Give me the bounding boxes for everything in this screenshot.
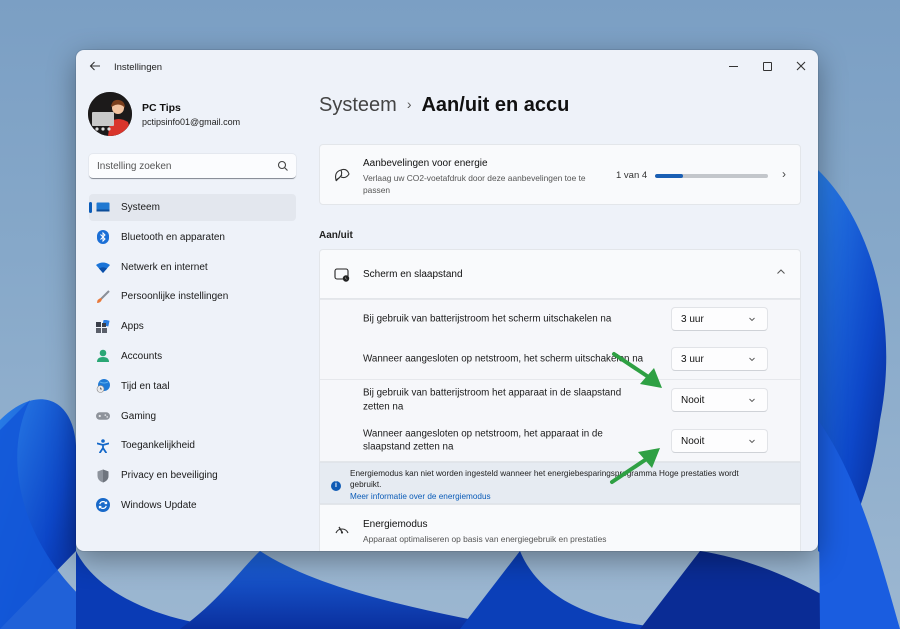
setting-row: Wanneer aangesloten op netstroom, het ap… xyxy=(320,420,800,461)
chevron-down-icon xyxy=(749,398,755,403)
screen-sleep-title: Scherm en slaapstand xyxy=(363,269,463,280)
system-icon xyxy=(96,201,110,215)
setting-label: Bij gebruik van batterijstroom het appar… xyxy=(363,387,622,413)
screen-off-battery-dropdown[interactable]: 3 uur xyxy=(671,307,768,331)
search-input[interactable] xyxy=(89,154,269,178)
sidebar-item-label: Persoonlijke instellingen xyxy=(121,291,229,303)
chevron-down-icon xyxy=(749,357,755,361)
sidebar-item-accounts[interactable]: Accounts xyxy=(89,343,296,370)
sidebar-item-label: Privacy en beveiliging xyxy=(121,470,218,482)
sidebar-item-label: Apps xyxy=(121,321,144,333)
minimize-button[interactable] xyxy=(716,54,750,78)
energy-mode-info-link[interactable]: Meer informatie over de energiemodus xyxy=(350,492,491,501)
recommendations-title: Aanbevelingen voor energie xyxy=(363,158,488,169)
recommendations-description: Verlaag uw CO2-voetafdruk door deze aanb… xyxy=(363,173,586,195)
main-content: Systeem › Aan/uit en accu Aanbevelingen vo… xyxy=(319,84,818,551)
info-icon: i xyxy=(331,481,341,491)
wifi-icon xyxy=(96,260,110,274)
energy-mode-info-bar: i Energiemodus kan niet worden ingesteld… xyxy=(319,462,801,504)
info-text: Energiemodus kan niet worden ingesteld w… xyxy=(350,469,739,489)
back-button[interactable] xyxy=(86,58,104,76)
avatar xyxy=(88,92,132,136)
leaf-icon xyxy=(335,168,350,182)
sleep-plugged-dropdown[interactable]: Nooit xyxy=(671,428,768,453)
maximize-button[interactable] xyxy=(750,54,784,78)
sidebar-item-label: Netwerk en internet xyxy=(121,261,208,273)
profile-email: pctipsinfo01@gmail.com xyxy=(142,117,241,127)
sidebar-item-label: Bluetooth en apparaten xyxy=(121,231,225,243)
sidebar-item-label: Gaming xyxy=(121,410,157,422)
sleep-battery-dropdown[interactable]: Nooit xyxy=(671,388,768,412)
section-title-power: Aan/uit xyxy=(319,230,353,241)
screen-sleep-settings: Bij gebruik van batterijstroom het scher… xyxy=(319,299,801,462)
page-title: Aan/uit en accu xyxy=(421,94,570,116)
sidebar-item-label: Tijd en taal xyxy=(121,380,170,392)
settings-search[interactable] xyxy=(89,154,296,179)
sidebar-item-bluetooth[interactable]: Bluetooth en apparaten xyxy=(89,224,296,251)
recommendations-count: 1 van 4 xyxy=(616,170,648,181)
sidebar-item-personalization[interactable]: Persoonlijke instellingen xyxy=(89,283,296,310)
sidebar-item-time-language[interactable]: Tijd en taal xyxy=(89,373,296,400)
chevron-down-icon xyxy=(749,439,755,443)
close-button[interactable] xyxy=(784,54,818,78)
search-icon[interactable] xyxy=(277,160,289,172)
energy-mode-card[interactable]: Energiemodus Apparaat optimaliseren op b… xyxy=(319,504,801,551)
setting-row: Wanneer aangesloten op netstroom, het sc… xyxy=(320,338,800,379)
dropdown-value: Nooit xyxy=(681,395,705,406)
screen-off-plugged-dropdown[interactable]: 3 uur xyxy=(671,346,768,371)
settings-window: Instellingen PC Tips pctipsinfo01@gmail.… xyxy=(76,50,818,551)
title-bar: Instellingen xyxy=(76,50,818,84)
energy-recommendations-card[interactable]: Aanbevelingen voor energie Verlaag uw CO… xyxy=(319,144,801,205)
breadcrumb-parent[interactable]: Systeem xyxy=(319,94,397,116)
person-icon xyxy=(96,349,110,363)
arrow-left-icon xyxy=(89,61,100,71)
sidebar-item-label: Windows Update xyxy=(121,499,197,511)
recommendations-progress xyxy=(655,174,768,178)
globe-clock-icon xyxy=(96,379,110,394)
sidebar-item-label: Toegankelijkheid xyxy=(121,440,195,452)
chevron-down-icon xyxy=(749,317,755,322)
setting-label: Wanneer aangesloten op netstroom, het sc… xyxy=(363,352,644,364)
screen-sleep-icon xyxy=(334,268,350,282)
profile-name: PC Tips xyxy=(142,102,181,114)
sidebar-item-label: Systeem xyxy=(121,202,160,213)
chevron-up-icon[interactable] xyxy=(776,267,786,277)
breadcrumb-separator: › xyxy=(406,96,412,112)
breadcrumb: Systeem › Aan/uit en accu xyxy=(319,94,569,117)
dropdown-value: 3 uur xyxy=(681,353,704,365)
update-icon xyxy=(96,498,110,513)
dropdown-value: Nooit xyxy=(681,435,705,447)
accessibility-icon xyxy=(96,439,110,453)
sidebar-item-label: Accounts xyxy=(121,350,163,362)
setting-label: Bij gebruik van batterijstroom het scher… xyxy=(363,313,612,325)
sidebar-item-systeem[interactable]: Systeem xyxy=(89,194,296,221)
gauge-icon xyxy=(335,526,349,534)
energy-mode-description: Apparaat optimaliseren op basis van ener… xyxy=(363,534,607,544)
app-title: Instellingen xyxy=(114,62,163,73)
shield-icon xyxy=(96,469,110,483)
gamepad-icon xyxy=(96,409,110,423)
sidebar-item-windows-update[interactable]: Windows Update xyxy=(89,492,296,519)
user-profile[interactable]: PC Tips pctipsinfo01@gmail.com xyxy=(88,92,318,138)
close-icon xyxy=(796,61,806,71)
setting-row: Bij gebruik van batterijstroom het appar… xyxy=(320,379,800,420)
sidebar-item-accessibility[interactable]: Toegankelijkheid xyxy=(89,432,296,459)
maximize-icon xyxy=(762,61,772,71)
screen-sleep-header[interactable]: Scherm en slaapstand xyxy=(319,249,801,299)
sidebar-item-gaming[interactable]: Gaming xyxy=(89,403,296,430)
progress-fill xyxy=(655,174,684,178)
setting-row: Bij gebruik van batterijstroom het scher… xyxy=(320,299,800,338)
sidebar-item-apps[interactable]: Apps xyxy=(89,313,296,340)
apps-icon xyxy=(96,320,110,334)
sidebar-nav: Systeem Bluetooth en apparaten Netwerk e… xyxy=(89,194,296,522)
setting-label: Wanneer aangesloten op netstroom, het ap… xyxy=(363,428,603,453)
minimize-icon xyxy=(728,65,738,67)
brush-icon xyxy=(96,290,110,304)
chevron-right-icon: › xyxy=(782,167,786,181)
dropdown-value: 3 uur xyxy=(681,314,704,325)
energy-mode-title: Energiemodus xyxy=(363,519,428,530)
bluetooth-icon xyxy=(96,230,110,245)
sidebar-item-network[interactable]: Netwerk en internet xyxy=(89,254,296,281)
sidebar-item-privacy[interactable]: Privacy en beveiliging xyxy=(89,462,296,489)
